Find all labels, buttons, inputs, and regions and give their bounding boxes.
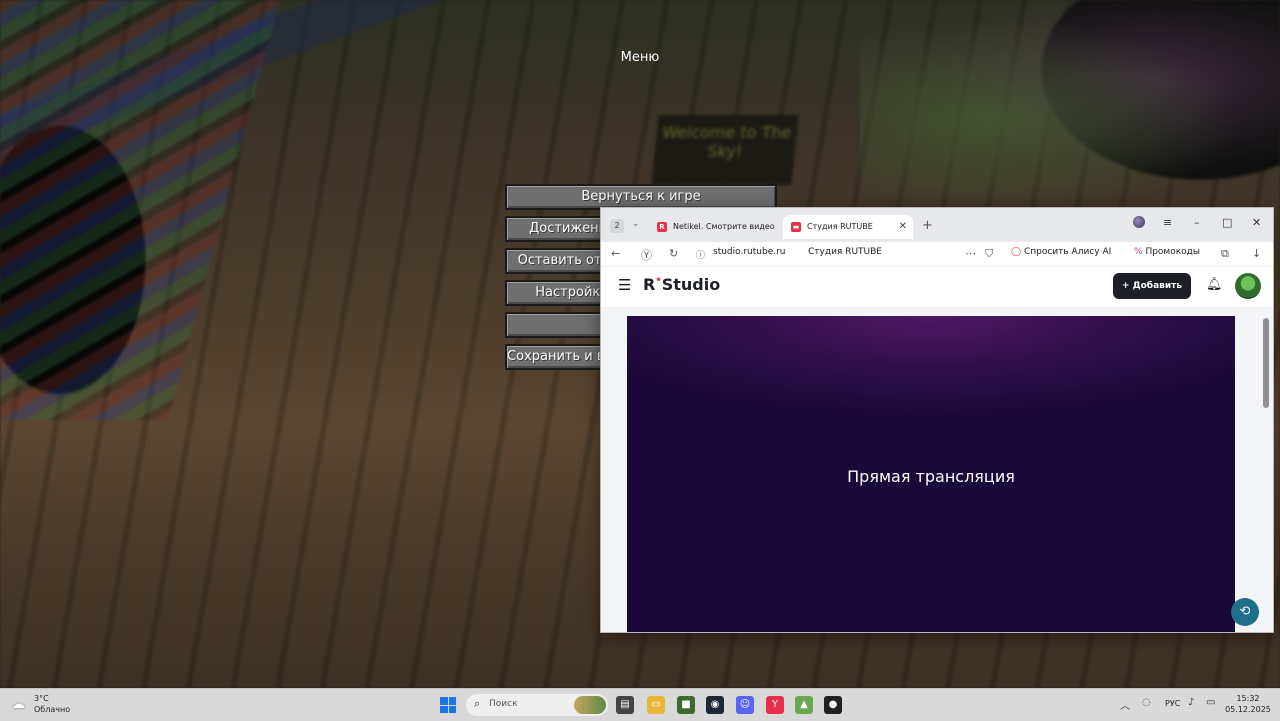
scrollbar[interactable] (1263, 318, 1269, 408)
rutube-favicon-icon: R (657, 221, 667, 232)
bell-icon[interactable]: 🔔︎ (1206, 277, 1223, 292)
ask-alice-label: Спросить Алису AI (1023, 247, 1112, 257)
address-bar: ← Ⓨ ↻ ⓘ studio.rutube.ru Студия RUTUBE ⋯… (601, 242, 1273, 267)
site-info-icon[interactable]: ⓘ (696, 248, 705, 261)
leaves-blur (860, 0, 1280, 200)
welcome-sign: Welcome to The Sky! (651, 115, 799, 185)
download-icon[interactable]: ↓ (1252, 247, 1261, 260)
taskbar: ☁ 3°C Облачно ⌕ Поиск ▤ ▭ ■ ◉ ☺ Y ▲ ● ︿ … (0, 688, 1280, 721)
weather-temperature[interactable]: 3°C (34, 694, 49, 703)
url-field[interactable]: studio.rutube.ru (713, 247, 786, 257)
windows-start-icon[interactable] (440, 697, 456, 713)
tab-netikel-label: Netikel. Смотрите видео с (673, 222, 777, 231)
percent-icon: % (1134, 247, 1143, 257)
tray-chevron-up-icon[interactable]: ︿ (1120, 697, 1130, 712)
folder-icon[interactable]: ▭ (647, 696, 665, 714)
live-stream-player[interactable]: Прямая трансляция (627, 316, 1235, 632)
cloud-icon[interactable]: ☁ (12, 697, 25, 712)
logo-text: Studio (661, 275, 721, 294)
game-menu-title: Меню (620, 50, 660, 65)
file-manager-icon[interactable]: ▤ (616, 696, 634, 714)
add-button[interactable]: + Добавить (1113, 273, 1191, 299)
tab-rutube-studio-label: Студия RUTUBE (807, 222, 873, 231)
logo-mark: R (643, 275, 656, 294)
close-window-icon[interactable]: ✕ (1252, 216, 1261, 229)
promo-button[interactable]: % Промокоды (1134, 247, 1200, 257)
bookmark-icon[interactable]: ⛉ (985, 247, 993, 261)
search-highlight-art (574, 696, 606, 714)
tab-netikel[interactable]: R Netikel. Смотрите видео с (657, 217, 777, 237)
address-page-title: Студия RUTUBE (808, 247, 882, 257)
ask-alice-button[interactable]: ◯ Спросить Алису AI (1011, 247, 1111, 257)
alice-icon: ◯ (1011, 247, 1022, 257)
tab-bar: 2 ⌄ R Netikel. Смотрите видео с ▬ Студия R… (601, 208, 1273, 242)
tab-rutube-studio[interactable]: ▬ Студия RUTUBE ✕ (783, 215, 913, 239)
taskbar-search[interactable]: ⌕ Поиск (466, 694, 608, 716)
bookshelf-blur (0, 0, 280, 420)
maximize-icon[interactable]: □ (1222, 216, 1232, 229)
minecraft-launcher-icon[interactable]: ▲ (795, 696, 813, 714)
add-button-label: Добавить (1132, 281, 1183, 291)
close-tab-icon[interactable]: ✕ (899, 215, 907, 239)
promo-label: Промокоды (1145, 247, 1200, 257)
minecraft-icon[interactable]: ■ (677, 696, 695, 714)
back-arrow-icon[interactable]: ← (611, 247, 620, 260)
search-placeholder: Поиск (489, 699, 518, 709)
language-indicator[interactable]: РУС (1165, 699, 1180, 708)
browser-window: 2 ⌄ R Netikel. Смотрите видео с ▬ Студия R… (600, 207, 1274, 633)
rutube-studio-logo[interactable]: R•Studio (643, 275, 720, 294)
search-icon: ⌕ (474, 697, 481, 710)
battery-icon[interactable]: ▭ (1206, 697, 1215, 708)
yandex-browser-icon[interactable]: Y (766, 696, 784, 714)
live-stream-title: Прямая трансляция (847, 467, 1015, 486)
clock-date[interactable]: 05.12.2025 (1224, 705, 1272, 714)
support-chat-icon[interactable]: ⟲ (1231, 598, 1259, 626)
reload-icon[interactable]: ↻ (669, 247, 678, 260)
obs-icon[interactable]: ● (824, 696, 842, 714)
menu-icon[interactable]: ≡ (1163, 216, 1172, 229)
collections-icon[interactable]: ⧉ (1221, 247, 1229, 261)
weather-description[interactable]: Облачно (34, 705, 70, 714)
chevron-down-icon[interactable]: ⌄ (632, 219, 640, 229)
network-icon[interactable]: ◌ (1142, 697, 1151, 708)
more-icon[interactable]: ⋯ (965, 247, 976, 260)
rutube-favicon-icon: ▬ (791, 221, 801, 232)
studio-header: ☰ R•Studio + Добавить 🔔︎ (601, 267, 1273, 307)
minimize-icon[interactable]: – (1194, 216, 1200, 229)
clock-time[interactable]: 15:32 (1228, 694, 1268, 703)
avatar[interactable] (1235, 273, 1261, 299)
discord-icon[interactable]: ☺ (736, 696, 754, 714)
new-tab-icon[interactable]: + (922, 218, 933, 233)
alice-orb-icon[interactable] (1133, 216, 1145, 228)
yandex-icon[interactable]: Ⓨ (641, 247, 652, 263)
studio-content: Прямая трансляция (601, 307, 1273, 632)
steam-icon[interactable]: ◉ (706, 696, 724, 714)
hamburger-icon[interactable]: ☰ (618, 276, 631, 294)
speaker-icon[interactable]: ♪ (1188, 697, 1194, 708)
tab-count-badge[interactable]: 2 (610, 219, 624, 233)
